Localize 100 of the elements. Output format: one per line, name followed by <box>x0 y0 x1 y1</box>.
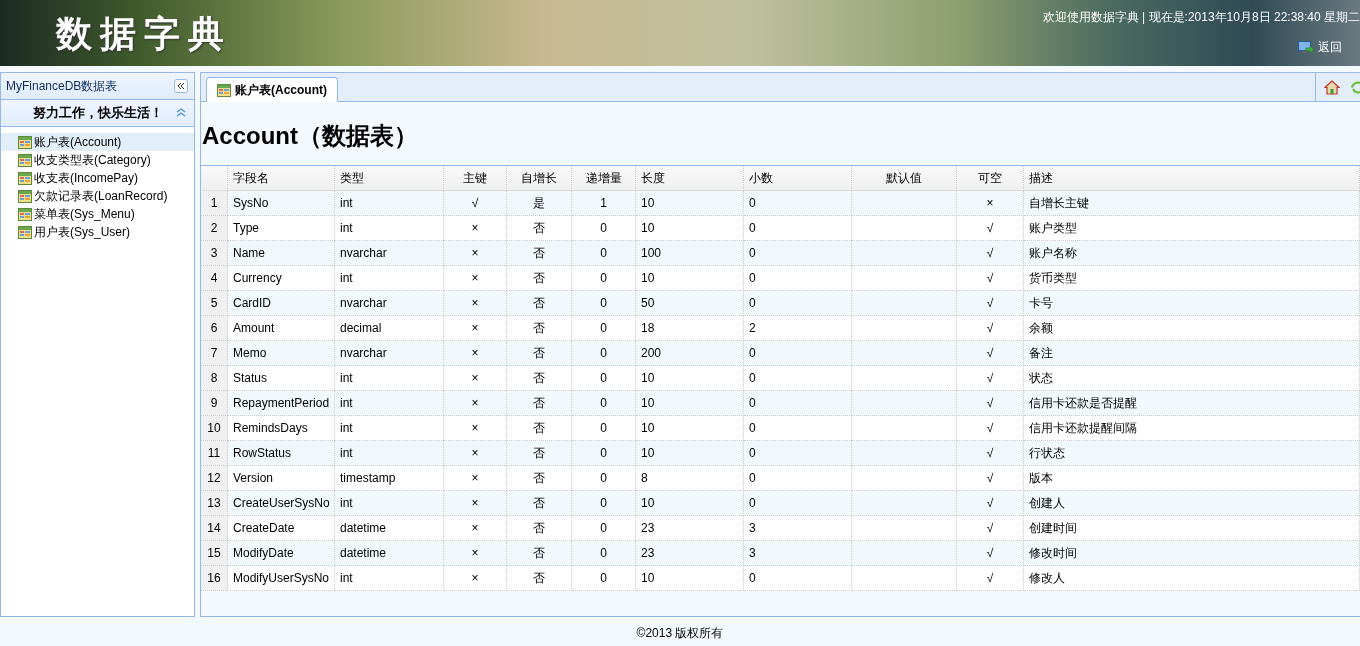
sidebar-item[interactable]: 欠款记录表(LoanRecord) <box>1 187 194 205</box>
table-cell: int <box>335 366 444 391</box>
table-cell: int <box>335 391 444 416</box>
welcome-text: 欢迎使用数据字典 | 现在是:2013年10月8日 22:38:40 星期二 <box>1042 9 1360 26</box>
table-cell: × <box>444 516 507 541</box>
table-cell: ModifyUserSysNo <box>228 566 335 591</box>
table-cell: √ <box>957 491 1024 516</box>
sidebar-item[interactable]: 收支类型表(Category) <box>1 151 194 169</box>
table-cell: √ <box>957 441 1024 466</box>
table-cell: 10 <box>636 191 744 216</box>
sidebar-item[interactable]: 账户表(Account) <box>1 133 194 151</box>
table-cell: CreateDate <box>228 516 335 541</box>
table-cell: Amount <box>228 316 335 341</box>
table-cell: 否 <box>507 316 572 341</box>
table-cell: 状态 <box>1024 366 1360 391</box>
table-cell: 否 <box>507 541 572 566</box>
collapse-button[interactable] <box>174 79 188 93</box>
table-cell: √ <box>957 466 1024 491</box>
table-cell: 0 <box>744 441 852 466</box>
table-cell: 200 <box>636 341 744 366</box>
table-cell: Currency <box>228 266 335 291</box>
table-cell: × <box>444 441 507 466</box>
tab[interactable]: 账户表(Account) <box>206 77 338 102</box>
table-cell: √ <box>957 266 1024 291</box>
table-cell: 3 <box>744 516 852 541</box>
table-cell: 否 <box>507 216 572 241</box>
site-title: 数据字典 <box>54 13 232 56</box>
table-cell: 0 <box>572 341 636 366</box>
table-cell: 否 <box>507 366 572 391</box>
table-cell: Status <box>228 366 335 391</box>
table-cell: × <box>444 541 507 566</box>
table-cell: int <box>335 566 444 591</box>
table-cell: datetime <box>335 541 444 566</box>
table-cell: timestamp <box>335 466 444 491</box>
column-header <box>201 166 228 191</box>
table-cell: 23 <box>636 541 744 566</box>
table-cell: 0 <box>572 266 636 291</box>
table-cell: 50 <box>636 291 744 316</box>
accordion-header[interactable]: 努力工作，快乐生活！ <box>1 100 194 127</box>
table-cell: 0 <box>744 266 852 291</box>
column-header: 自增长 <box>507 166 572 191</box>
table-cell: 创建时间 <box>1024 516 1360 541</box>
row-number: 15 <box>201 541 228 566</box>
table-cell: CreateUserSysNo <box>228 491 335 516</box>
table-cell: × <box>444 366 507 391</box>
table-cell: × <box>957 191 1024 216</box>
row-number: 1 <box>201 191 228 216</box>
table-cell: √ <box>957 391 1024 416</box>
table-cell: 0 <box>572 491 636 516</box>
column-header: 可空 <box>957 166 1024 191</box>
home-icon[interactable] <box>1324 79 1340 95</box>
table-cell: 0 <box>744 341 852 366</box>
table-cell: 否 <box>507 466 572 491</box>
table-cell: 0 <box>744 241 852 266</box>
table-cell: 10 <box>636 441 744 466</box>
sidebar-item[interactable]: 用户表(Sys_User) <box>1 223 194 241</box>
column-header: 长度 <box>636 166 744 191</box>
table-cell: 18 <box>636 316 744 341</box>
table-cell: 10 <box>636 216 744 241</box>
sidebar-item[interactable]: 菜单表(Sys_Menu) <box>1 205 194 223</box>
row-number: 4 <box>201 266 228 291</box>
table-cell: 8 <box>636 466 744 491</box>
table-cell: 0 <box>572 366 636 391</box>
table-cell: 0 <box>572 216 636 241</box>
table-cell: 0 <box>744 291 852 316</box>
table-icon <box>18 171 32 185</box>
table-cell: √ <box>957 241 1024 266</box>
table-cell: 修改时间 <box>1024 541 1360 566</box>
table-cell: 信用卡还款提醒间隔 <box>1024 416 1360 441</box>
table-cell: 10 <box>636 566 744 591</box>
table-cell: SysNo <box>228 191 335 216</box>
table-cell: nvarchar <box>335 341 444 366</box>
table-cell: 版本 <box>1024 466 1360 491</box>
row-number: 13 <box>201 491 228 516</box>
sidebar-item[interactable]: 收支表(IncomePay) <box>1 169 194 187</box>
table-cell: √ <box>957 341 1024 366</box>
table-cell: 0 <box>744 416 852 441</box>
table-cell: RepaymentPeriod <box>228 391 335 416</box>
table-cell: × <box>444 491 507 516</box>
back-link[interactable]: 返回 <box>1298 39 1342 56</box>
table-cell: 自增长主键 <box>1024 191 1360 216</box>
table-cell: × <box>444 316 507 341</box>
table-cell: × <box>444 566 507 591</box>
table-cell: int <box>335 191 444 216</box>
column-header: 小数 <box>744 166 852 191</box>
table-cell: 0 <box>744 566 852 591</box>
table-cell: 是 <box>507 191 572 216</box>
page-heading: Account（数据表） <box>201 121 419 151</box>
table-cell: 23 <box>636 516 744 541</box>
table-cell: 货币类型 <box>1024 266 1360 291</box>
table-cell: 1 <box>572 191 636 216</box>
table-cell: 否 <box>507 441 572 466</box>
table-cell: 0 <box>744 391 852 416</box>
table-cell: × <box>444 341 507 366</box>
row-number: 16 <box>201 566 228 591</box>
column-header: 类型 <box>335 166 444 191</box>
table-cell: 0 <box>572 416 636 441</box>
table-cell: √ <box>957 416 1024 441</box>
table-cell: 创建人 <box>1024 491 1360 516</box>
copyright-text: ©2013 版权所有 <box>636 624 724 642</box>
